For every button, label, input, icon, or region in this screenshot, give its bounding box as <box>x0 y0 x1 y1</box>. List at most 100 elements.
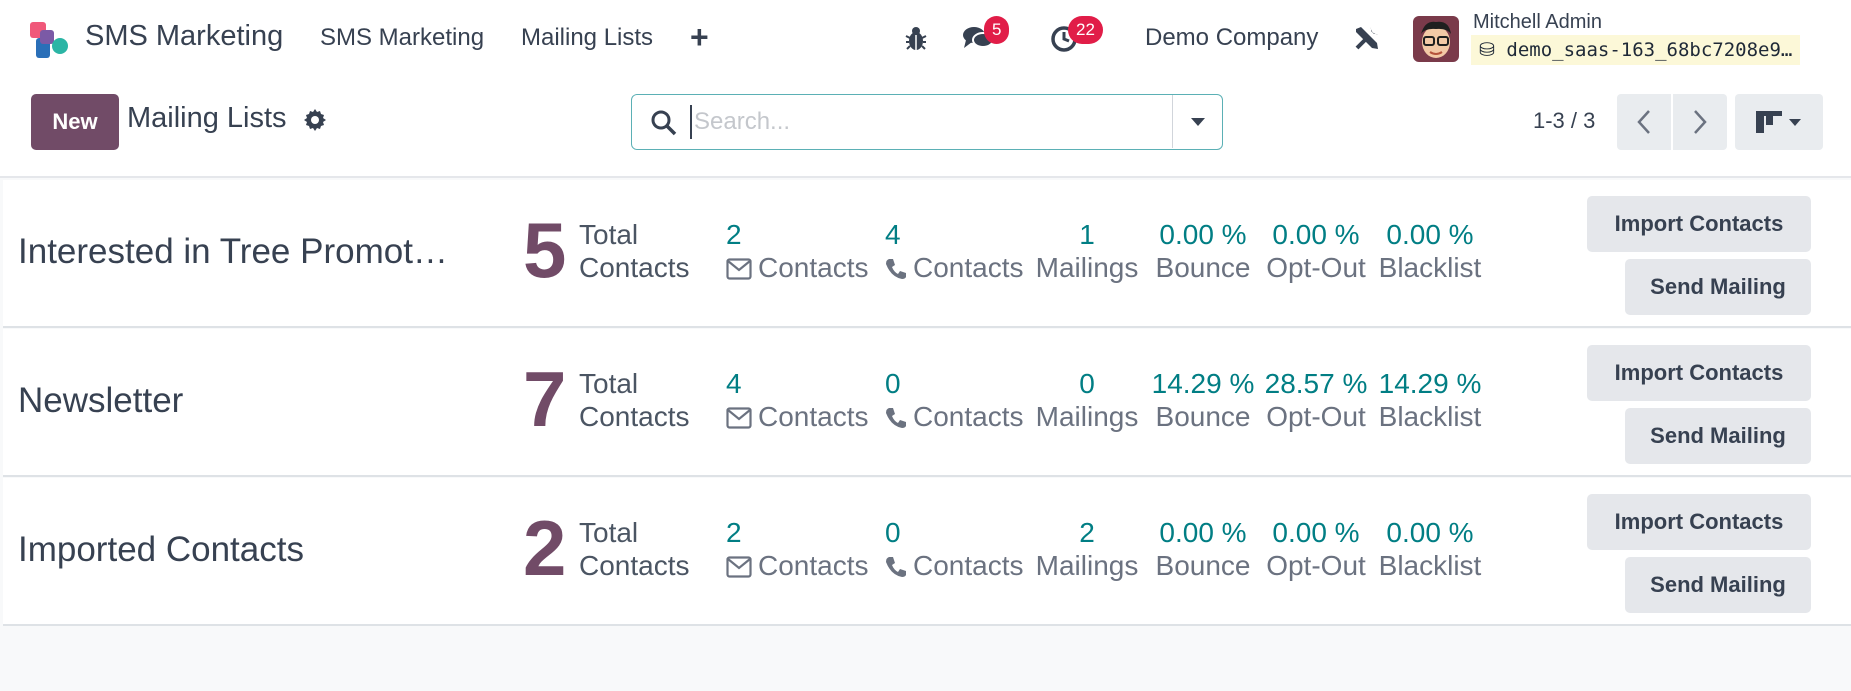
blacklist-value: 0.00 % <box>1386 219 1474 250</box>
database-chip: ⛁ demo_saas-163_68bc7208e9… <box>1471 35 1801 65</box>
tools-icon[interactable] <box>1353 24 1381 52</box>
activities-badge: 22 <box>1068 16 1103 44</box>
mailings-label: Mailings <box>1035 550 1139 581</box>
import-contacts-button[interactable]: Import Contacts <box>1587 345 1811 401</box>
mailings-value: 1 <box>1079 219 1095 250</box>
kanban-view-switcher[interactable] <box>1735 94 1823 150</box>
total-label-line2: Contacts <box>579 550 690 581</box>
email-contacts-stat[interactable]: 4 Contacts <box>726 367 869 433</box>
total-label-line2: Contacts <box>579 252 690 283</box>
optout-label: Opt-Out <box>1266 401 1366 432</box>
bounce-stat[interactable]: 0.00 % Bounce <box>1149 218 1257 284</box>
send-mailing-button[interactable]: Send Mailing <box>1625 557 1811 613</box>
menu-mailing-lists[interactable]: Mailing Lists <box>521 24 653 52</box>
search-input[interactable] <box>690 105 1200 139</box>
mailings-value: 2 <box>1079 517 1095 548</box>
caret-down-icon <box>1789 118 1801 126</box>
phone-icon <box>886 408 906 428</box>
total-label-line1: Total <box>579 517 639 548</box>
email-contacts-label: Contacts <box>758 550 869 581</box>
sms-contacts-value: 0 <box>885 517 901 548</box>
total-label-line2: Contacts <box>579 401 690 432</box>
bounce-stat[interactable]: 14.29 % Bounce <box>1149 367 1257 433</box>
company-switcher[interactable]: Demo Company <box>1145 24 1318 52</box>
search-options-toggle[interactable] <box>1172 95 1222 148</box>
sms-contacts-value: 4 <box>885 219 901 250</box>
list-name[interactable]: Interested in Tree Promot… <box>18 232 448 272</box>
mailings-stat[interactable]: 0 Mailings <box>1032 367 1142 433</box>
plus-icon[interactable]: + <box>690 21 709 53</box>
list-row[interactable]: Imported Contacts 2 Total Contacts 2 Con… <box>3 478 1851 626</box>
database-icon: ⛁ <box>1479 39 1495 61</box>
optout-label: Opt-Out <box>1266 252 1366 283</box>
control-panel: New Mailing Lists 1-3 / 3 <box>0 78 1851 178</box>
email-contacts-label: Contacts <box>758 401 869 432</box>
menu-sms-marketing[interactable]: SMS Marketing <box>320 24 484 52</box>
total-contacts-value[interactable]: 2 <box>523 508 566 588</box>
optout-label: Opt-Out <box>1266 550 1366 581</box>
send-mailing-button[interactable]: Send Mailing <box>1625 408 1811 464</box>
sms-contacts-value: 0 <box>885 368 901 399</box>
optout-stat[interactable]: 28.57 % Opt-Out <box>1261 367 1371 433</box>
top-navbar: SMS Marketing SMS Marketing Mailing List… <box>0 0 1851 78</box>
email-contacts-value: 2 <box>726 219 742 250</box>
mailings-stat[interactable]: 2 Mailings <box>1032 516 1142 582</box>
app-logo-icon[interactable] <box>28 20 70 60</box>
list-row[interactable]: Interested in Tree Promot… 5 Total Conta… <box>3 180 1851 328</box>
total-contacts-value[interactable]: 7 <box>523 359 566 439</box>
gear-icon[interactable] <box>303 108 327 132</box>
sms-contacts-label: Contacts <box>913 401 1024 432</box>
bounce-value: 14.29 % <box>1151 368 1255 399</box>
avatar[interactable] <box>1413 16 1459 62</box>
blacklist-stat[interactable]: 14.29 % Blacklist <box>1375 367 1485 433</box>
list-name[interactable]: Imported Contacts <box>18 530 304 570</box>
sms-contacts-label: Contacts <box>913 252 1024 283</box>
pager-next-button[interactable] <box>1673 94 1727 150</box>
new-button[interactable]: New <box>31 94 119 150</box>
list-row[interactable]: Newsletter 7 Total Contacts 4 Contacts 0… <box>3 329 1851 477</box>
optout-value: 0.00 % <box>1272 517 1360 548</box>
import-contacts-button[interactable]: Import Contacts <box>1587 494 1811 550</box>
sms-contacts-stat[interactable]: 4 Contacts <box>885 218 1024 284</box>
bounce-value: 0.00 % <box>1159 219 1247 250</box>
phone-icon <box>886 557 906 577</box>
chevron-left-icon <box>1637 110 1650 134</box>
total-contacts-value[interactable]: 5 <box>523 210 566 290</box>
send-mailing-button[interactable]: Send Mailing <box>1625 259 1811 315</box>
envelope-icon <box>726 407 752 429</box>
blacklist-value: 14.29 % <box>1378 368 1482 399</box>
blacklist-stat[interactable]: 0.00 % Blacklist <box>1375 218 1485 284</box>
email-contacts-value: 2 <box>726 517 742 548</box>
optout-value: 28.57 % <box>1264 368 1368 399</box>
bounce-label: Bounce <box>1155 252 1251 283</box>
sms-contacts-stat[interactable]: 0 Contacts <box>885 516 1024 582</box>
blacklist-label: Blacklist <box>1378 252 1482 283</box>
sms-contacts-stat[interactable]: 0 Contacts <box>885 367 1024 433</box>
email-contacts-label: Contacts <box>758 252 869 283</box>
user-name[interactable]: Mitchell Admin <box>1473 11 1602 34</box>
sms-contacts-label: Contacts <box>913 550 1024 581</box>
mailings-label: Mailings <box>1035 401 1139 432</box>
messages-badge: 5 <box>984 16 1010 44</box>
blacklist-stat[interactable]: 0.00 % Blacklist <box>1375 516 1485 582</box>
pager-previous-button[interactable] <box>1617 94 1671 150</box>
import-contacts-button[interactable]: Import Contacts <box>1587 196 1811 252</box>
list-name[interactable]: Newsletter <box>18 381 183 421</box>
total-contacts-label: Total Contacts <box>579 516 690 582</box>
mailings-stat[interactable]: 1 Mailings <box>1032 218 1142 284</box>
bounce-label: Bounce <box>1155 550 1251 581</box>
email-contacts-stat[interactable]: 2 Contacts <box>726 218 869 284</box>
caret-down-icon <box>1190 117 1205 126</box>
bug-icon[interactable] <box>904 26 928 52</box>
chevron-right-icon <box>1694 110 1707 134</box>
pager-value[interactable]: 1-3 / 3 <box>1533 108 1595 134</box>
email-contacts-stat[interactable]: 2 Contacts <box>726 516 869 582</box>
search-bar <box>631 94 1223 150</box>
bounce-stat[interactable]: 0.00 % Bounce <box>1149 516 1257 582</box>
email-contacts-value: 4 <box>726 368 742 399</box>
phone-icon <box>886 259 906 279</box>
app-name[interactable]: SMS Marketing <box>85 20 283 53</box>
optout-stat[interactable]: 0.00 % Opt-Out <box>1261 516 1371 582</box>
optout-stat[interactable]: 0.00 % Opt-Out <box>1261 218 1371 284</box>
bounce-label: Bounce <box>1155 401 1251 432</box>
